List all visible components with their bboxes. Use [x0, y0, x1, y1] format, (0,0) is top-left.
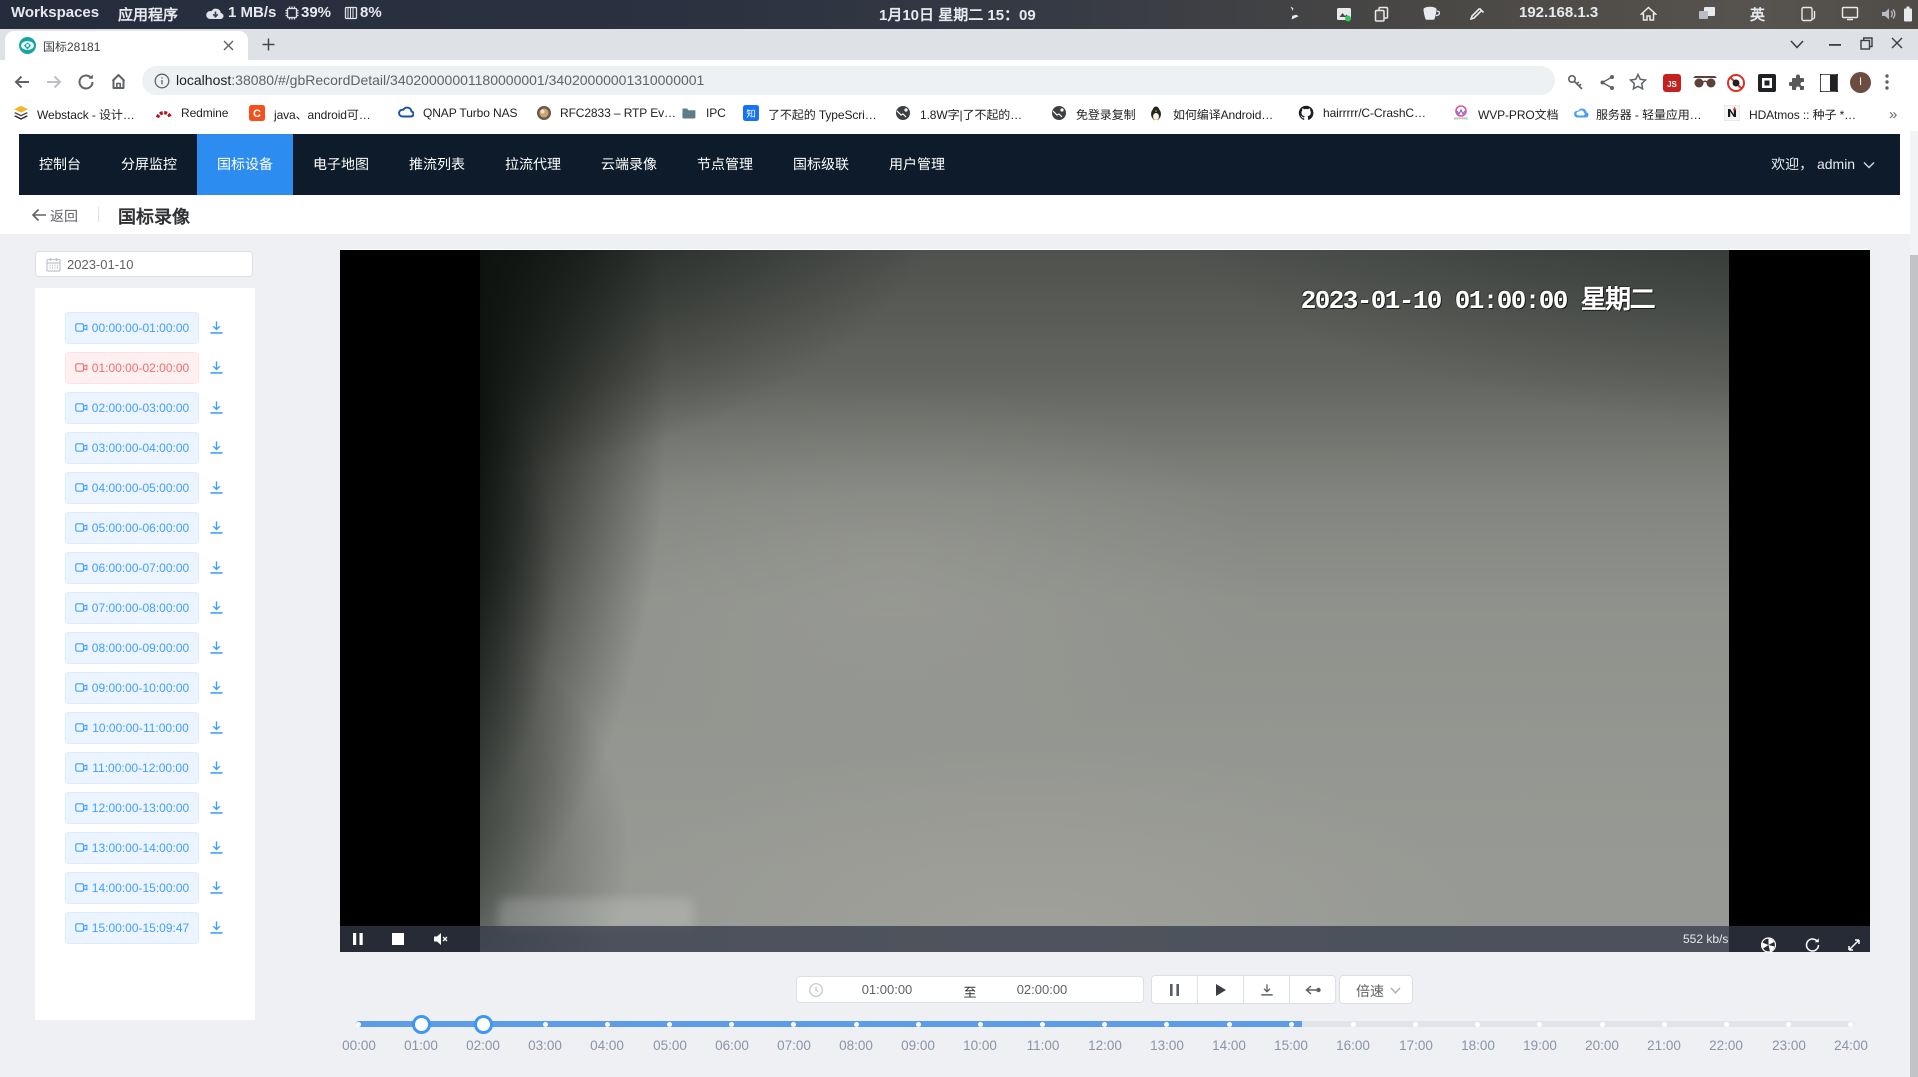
svg-text:知: 知	[746, 109, 756, 120]
svg-text:C: C	[253, 108, 261, 120]
svg-text:JS: JS	[1667, 80, 1677, 89]
svg-text:WVP-PRO: WVP-PRO	[1454, 117, 1469, 121]
